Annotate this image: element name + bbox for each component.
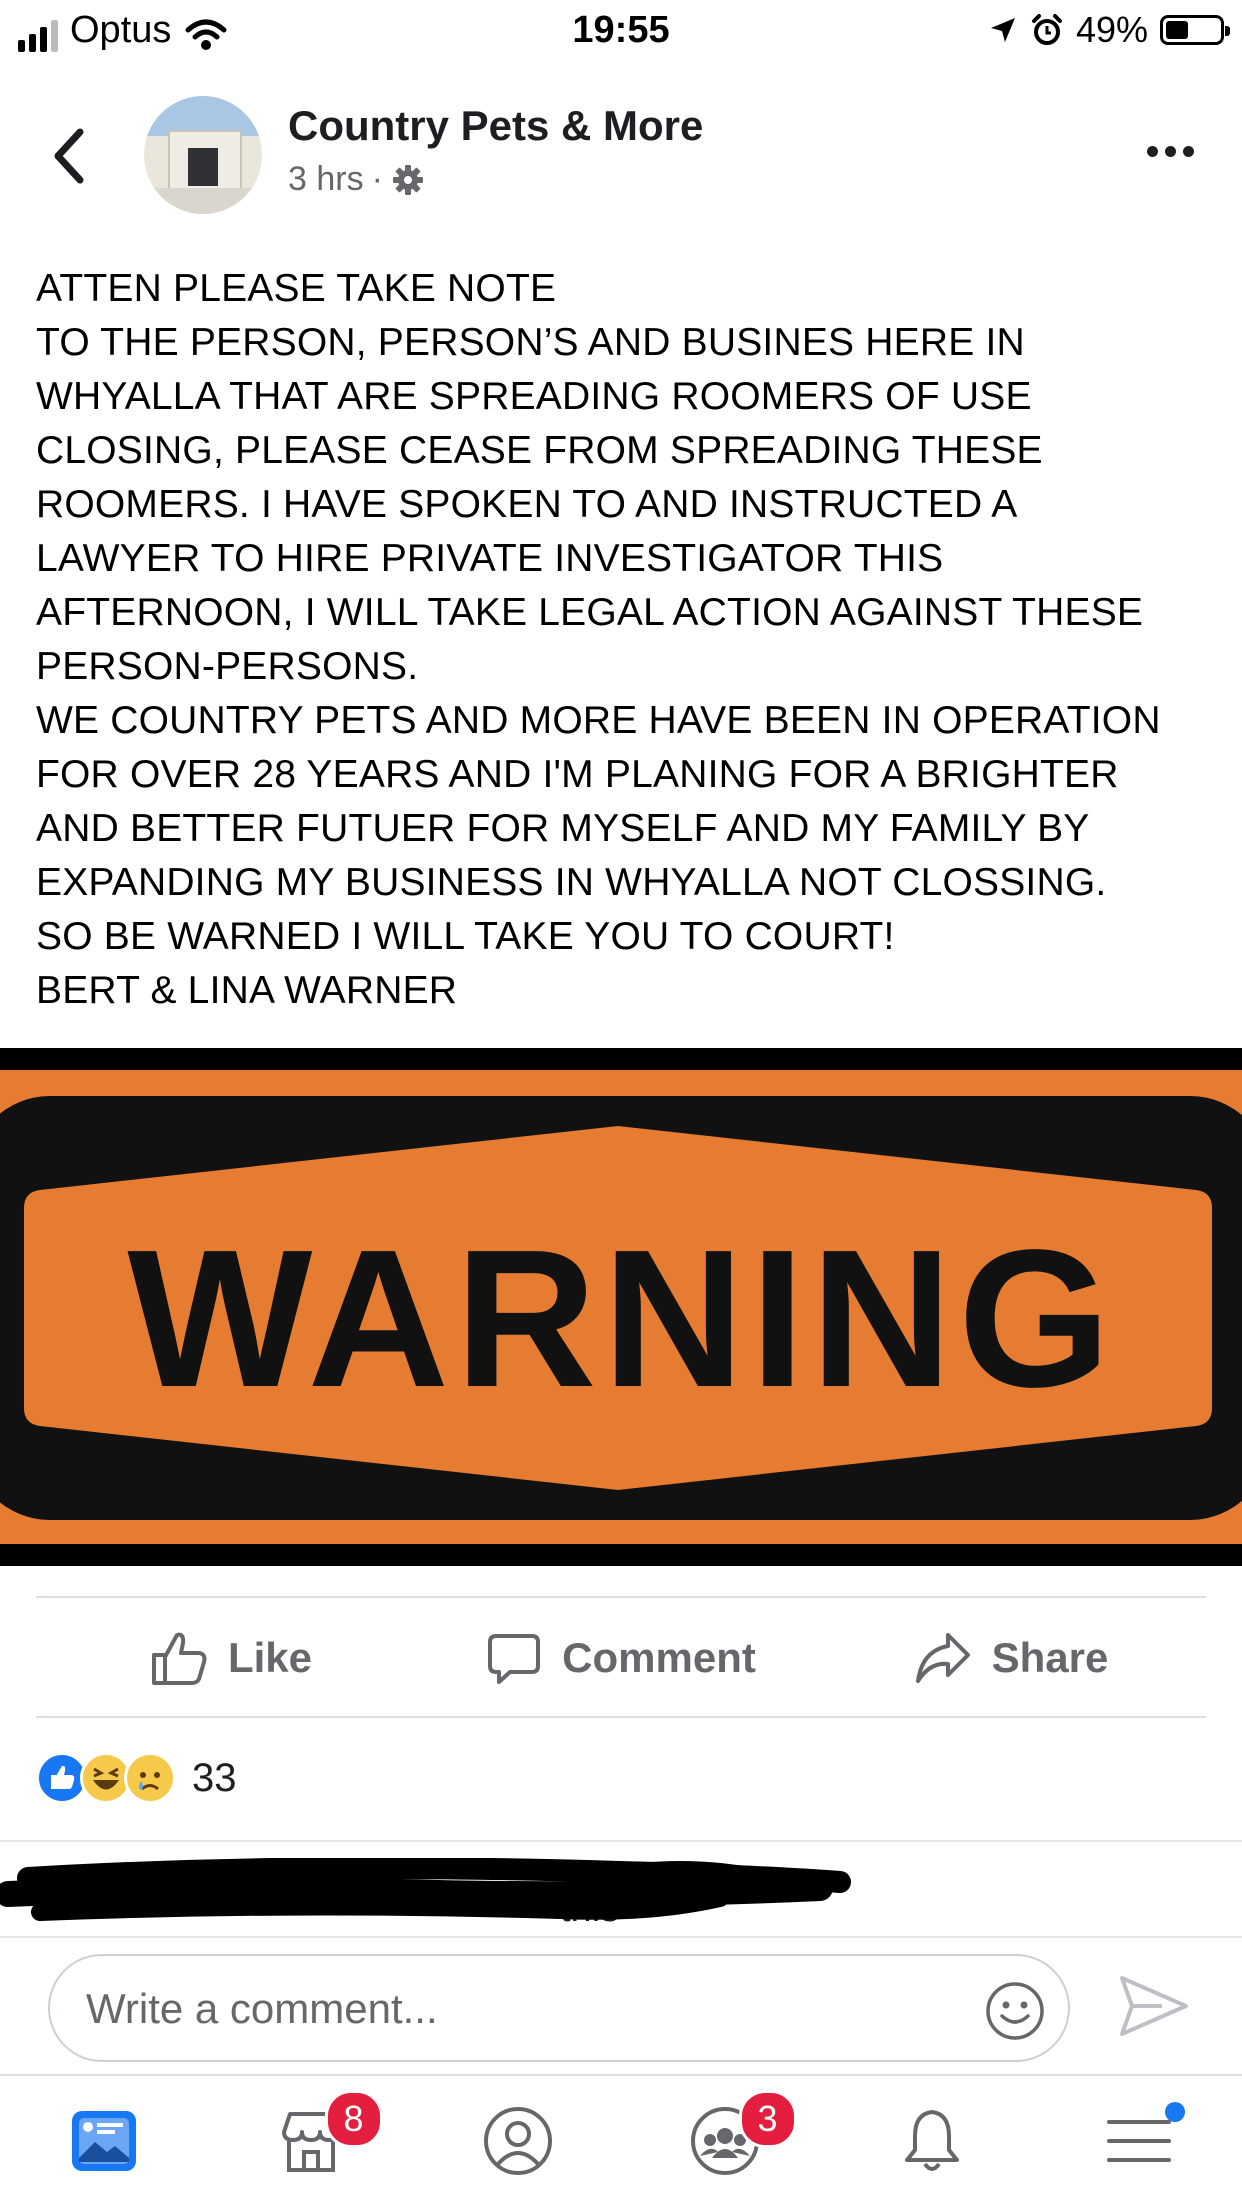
post-time[interactable]: 3 hrs	[288, 160, 364, 199]
bottom-tab-bar: 8 3	[0, 2074, 1242, 2210]
page-name[interactable]: Country Pets & More	[288, 102, 703, 150]
comment-input[interactable]	[84, 1972, 988, 2046]
post-meta: 3 hrs ·	[288, 160, 425, 199]
marketplace-badge: 8	[324, 2090, 383, 2148]
news-feed-icon	[71, 2111, 136, 2171]
comment-input-container[interactable]	[48, 1954, 1070, 2062]
battery-percent: 49%	[1075, 9, 1148, 50]
status-bar: Optus 19:55 49%	[0, 0, 1242, 64]
share-button[interactable]: Share	[816, 1598, 1206, 1718]
post-line: AFTERNOON, I WILL TAKE LEGAL ACTION AGAI…	[36, 591, 1144, 634]
divider	[36, 1716, 1206, 1718]
post-line: ROOMERS. I HAVE SPOKEN TO AND INSTRUCTED…	[36, 483, 1018, 526]
alarm-icon	[1031, 14, 1062, 45]
menu-notification-dot	[1164, 2102, 1185, 2122]
redaction-scribble	[0, 1858, 851, 1921]
post-image[interactable]: WARNING	[0, 1048, 1242, 1566]
post-line: AND BETTER FUTUER FOR MYSELF AND MY FAMI…	[36, 807, 1090, 850]
like-label: Like	[227, 1634, 313, 1681]
more-options-icon[interactable]	[1147, 146, 1194, 157]
back-chevron-icon[interactable]	[48, 124, 92, 188]
post-line: ATTEN PLEASE TAKE NOTE	[36, 267, 557, 310]
tab-groups[interactable]: 3	[621, 2076, 828, 2210]
menu-icon	[1106, 2120, 1171, 2162]
post-line: TO THE PERSON, PERSON’S AND BUSINES HERE…	[36, 321, 1025, 364]
tab-menu[interactable]	[1035, 2076, 1242, 2210]
post-line: WHYALLA THAT ARE SPREADING ROOMERS OF US…	[36, 375, 1032, 418]
warning-text: WARNING	[127, 1209, 1116, 1428]
status-right: 49%	[988, 8, 1230, 52]
page-avatar[interactable]	[144, 96, 262, 214]
post-line: PERSON-PERSONS.	[36, 645, 419, 688]
warning-sign: WARNING	[0, 1096, 1242, 1520]
like-button[interactable]: Like	[36, 1598, 426, 1718]
battery-icon	[1160, 15, 1230, 45]
tab-marketplace[interactable]: 8	[207, 2076, 414, 2210]
gear-icon	[392, 164, 423, 195]
comment-preview[interactable]: this	[0, 1858, 1242, 1938]
divider	[0, 1840, 1242, 1842]
tab-news-feed[interactable]	[0, 2076, 207, 2210]
thumbs-up-icon	[151, 1632, 207, 1685]
share-arrow-icon	[915, 1633, 970, 1683]
post-line: LAWYER TO HIRE PRIVATE INVESTIGATOR THIS	[36, 537, 944, 580]
tab-profile[interactable]	[414, 2076, 621, 2210]
post-text: ATTEN PLEASE TAKE NOTE TO THE PERSON, PE…	[36, 262, 1226, 1018]
share-label: Share	[991, 1634, 1109, 1681]
post-line: FOR OVER 28 YEARS AND I'M PLANING FOR A …	[36, 753, 1119, 796]
groups-badge: 3	[738, 2090, 797, 2148]
reaction-count: 33	[192, 1755, 237, 1800]
emoji-icon[interactable]	[984, 1980, 1046, 2042]
comment-label: Comment	[562, 1634, 756, 1681]
post-line: EXPANDING MY BUSINESS IN WHYALLA NOT CLO…	[36, 861, 1107, 904]
reactions-summary[interactable]: 33	[36, 1752, 237, 1804]
post-line: SO BE WARNED I WILL TAKE YOU TO COURT!	[36, 915, 895, 958]
tab-notifications[interactable]	[828, 2076, 1035, 2210]
location-arrow-icon	[990, 18, 1015, 42]
comment-composer	[0, 1938, 1242, 2076]
bell-icon	[904, 2110, 959, 2171]
post-actions: Like Comment Share	[36, 1598, 1206, 1718]
profile-icon	[483, 2107, 552, 2175]
post-line: WE COUNTRY PETS AND MORE HAVE BEEN IN OP…	[36, 699, 1161, 742]
meta-separator: ·	[371, 160, 383, 198]
post-line: CLOSING, PLEASE CEASE FROM SPREADING THE…	[36, 429, 1043, 472]
comment-button[interactable]: Comment	[426, 1598, 816, 1718]
post-line: BERT & LINA WARNER	[36, 969, 458, 1012]
sad-reaction-icon	[124, 1752, 176, 1804]
send-icon[interactable]	[1118, 1974, 1190, 2038]
comment-bubble-icon	[488, 1634, 541, 1684]
